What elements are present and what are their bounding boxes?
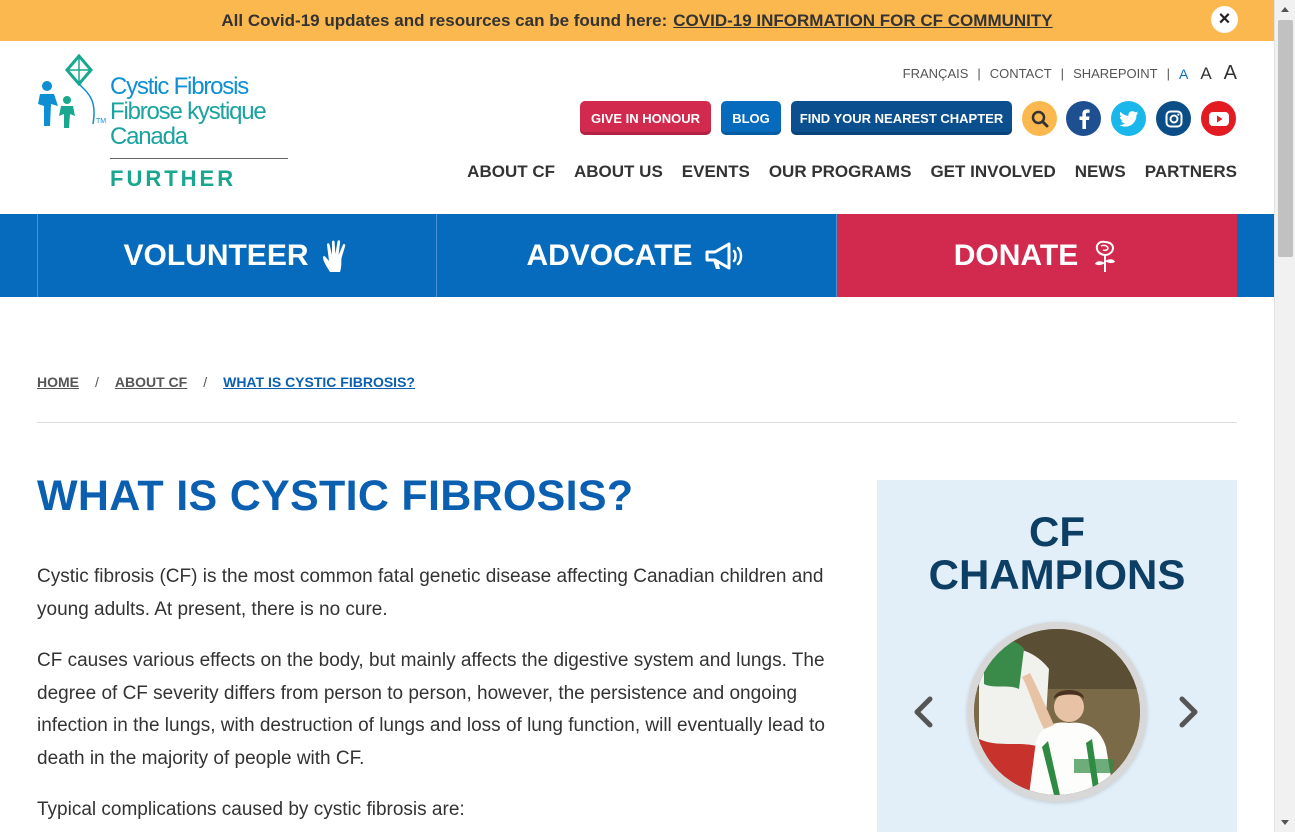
nav-partners[interactable]: PARTNERS [1145,162,1237,182]
covid-alert-bar: All Covid-19 updates and resources can b… [0,0,1274,41]
search-icon[interactable] [1022,101,1057,136]
volunteer-label: VOLUNTEER [123,238,309,272]
champion-photo [974,629,1140,795]
font-size-medium-button[interactable]: A [1200,64,1211,84]
divider: | [1166,66,1170,81]
page-title: WHAT IS CYSTIC FIBROSIS? [37,472,634,520]
find-chapter-button[interactable]: FIND YOUR NEAREST CHAPTER [791,101,1012,135]
nav-get-involved[interactable]: GET INVOLVED [930,162,1055,182]
alert-text: All Covid-19 updates and resources can b… [221,10,668,30]
nav-news[interactable]: NEWS [1075,162,1126,182]
utility-nav: FRANÇAIS | CONTACT | SHAREPOINT | A A A [903,62,1237,85]
hand-icon [322,239,345,272]
scrollbar[interactable] [1274,0,1295,832]
sharepoint-link[interactable]: SHAREPOINT [1073,66,1158,81]
breadcrumb-separator: / [203,374,208,390]
paragraph: CF causes various effects on the body, b… [37,650,825,769]
donate-button[interactable]: DONATE [837,214,1237,297]
volunteer-button[interactable]: VOLUNTEER [37,214,437,297]
logo-tagline: FURTHER [110,166,237,191]
font-size-small-button[interactable]: A [1179,66,1188,82]
nav-our-programs[interactable]: OUR PROGRAMS [769,162,912,182]
logo[interactable]: Cystic Fibrosis Fibrose kystique Canada … [37,54,289,194]
article-body: Cystic fibrosis (CF) is the most common … [37,561,827,832]
logo-divider [110,158,288,159]
youtube-icon[interactable] [1201,101,1236,136]
paragraph: Typical complications caused by cystic f… [37,799,465,820]
champion-photo-frame[interactable] [967,622,1147,802]
breadcrumb: HOME / ABOUT CF / WHAT IS CYSTIC FIBROSI… [37,374,415,390]
breadcrumb-separator: / [95,374,99,390]
logo-wordmark: Cystic Fibrosis Fibrose kystique Canada [110,73,267,150]
donate-label: DONATE [953,238,1079,272]
carousel-next-icon[interactable] [1177,695,1201,729]
advocate-label: ADVOCATE [526,238,693,272]
scroll-up-icon[interactable] [1281,7,1289,12]
blog-button[interactable]: BLOG [721,101,781,135]
francais-link[interactable]: FRANÇAIS [903,66,969,81]
cta-bar: VOLUNTEER ADVOCATE DONATE [0,214,1274,297]
breadcrumb-about-cf[interactable]: ABOUT CF [115,374,187,390]
scroll-down-icon[interactable] [1281,820,1289,825]
contact-link[interactable]: CONTACT [990,66,1052,81]
trademark-mark: TM [96,118,107,125]
nav-about-cf[interactable]: ABOUT CF [467,162,555,182]
nav-events[interactable]: EVENTS [682,162,750,182]
divider: | [1060,66,1065,81]
font-size-large-button[interactable]: A [1224,62,1237,85]
twitter-icon[interactable] [1111,101,1146,136]
instagram-icon[interactable] [1156,101,1191,136]
breadcrumb-current[interactable]: WHAT IS CYSTIC FIBROSIS? [223,374,415,390]
carousel-prev-icon[interactable] [911,695,935,729]
divider [37,422,1237,423]
give-in-honour-button[interactable]: GIVE IN HONOUR [580,101,711,135]
covid-info-link[interactable]: COVID-19 INFORMATION FOR CF COMMUNITY [673,11,1052,31]
paragraph: Cystic fibrosis (CF) is the most common … [37,566,824,620]
nav-about-us[interactable]: ABOUT US [574,162,663,182]
facebook-icon[interactable] [1066,101,1101,136]
megaphone-icon [705,242,742,269]
champions-title: CF CHAMPIONS [928,508,1186,598]
close-icon[interactable]: × [1211,6,1238,33]
cf-champions-panel: CF CHAMPIONS [877,480,1237,832]
breadcrumb-home[interactable]: HOME [37,374,79,390]
rose-icon [1095,240,1116,272]
scrollbar-thumb[interactable] [1278,20,1293,257]
main-nav: ABOUT CF ABOUT US EVENTS OUR PROGRAMS GE… [467,162,1237,182]
advocate-button[interactable]: ADVOCATE [437,214,837,297]
divider: | [977,66,981,81]
